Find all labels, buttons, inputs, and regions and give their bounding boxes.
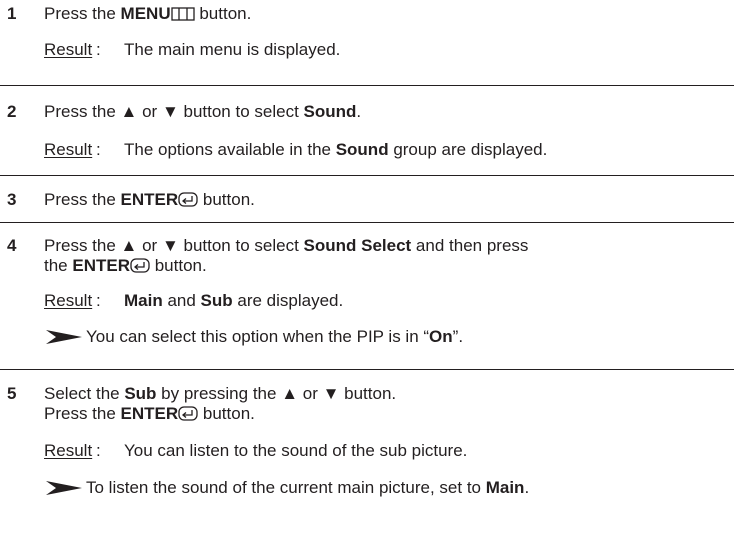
result-text: The options available in the Sound group…: [124, 140, 547, 160]
result-text-part: are displayed.: [232, 291, 344, 310]
result-text-part: The options available in the: [124, 140, 336, 159]
instruction-text: Press the: [44, 404, 121, 423]
note: To listen the sound of the current main …: [44, 478, 529, 501]
enter-icon: [130, 258, 150, 278]
result-text: You can listen to the sound of the sub p…: [124, 441, 468, 460]
instruction-text: button.: [194, 4, 252, 23]
result-label: Result: [44, 40, 92, 60]
divider: [0, 222, 734, 223]
result-word: Result: [44, 291, 93, 310]
result-word: Result: [44, 40, 93, 59]
note-text: ”.: [452, 327, 464, 346]
step-4-instruction-line2: the ENTER button.: [44, 256, 207, 278]
step-number: 3: [7, 190, 17, 209]
instruction-text: button.: [149, 256, 207, 275]
down-arrow-icon: ▼: [161, 102, 179, 121]
instruction-text: button to select: [178, 236, 304, 255]
instruction-text: by pressing the: [156, 384, 282, 403]
instruction-text: button.: [198, 190, 255, 209]
instruction-text: and then press: [411, 236, 529, 255]
sub-label: Sub: [124, 384, 157, 403]
instruction-text: button.: [339, 384, 397, 403]
main-label: Main: [485, 478, 525, 497]
menu-icon: [170, 6, 195, 26]
instruction-text: .: [356, 102, 362, 121]
down-arrow-icon: ▼: [161, 236, 179, 255]
main-label: Main: [124, 291, 163, 310]
step-1-instruction: Press the MENU button.: [44, 4, 251, 26]
step-number: 4: [7, 236, 17, 255]
instruction-text: Press the: [44, 102, 121, 121]
divider: [0, 175, 734, 176]
result-colon: :: [96, 441, 101, 460]
enter-label: ENTER: [72, 256, 130, 275]
result-text-part: group are displayed.: [388, 140, 548, 159]
divider: [0, 369, 734, 370]
step-number: 1: [7, 4, 17, 23]
step-2-instruction: Press the ▲ or ▼ button to select Sound.: [44, 102, 361, 122]
result-label: Result: [44, 291, 92, 311]
result-label: Result: [44, 441, 92, 461]
divider: [0, 85, 734, 86]
result-word: Result: [44, 140, 93, 159]
result-colon: :: [96, 40, 101, 59]
instruction-text: or: [137, 102, 162, 121]
note-text: .: [524, 478, 530, 497]
sub-label: Sub: [200, 291, 233, 310]
step-number: 2: [7, 102, 17, 121]
up-arrow-icon: ▲: [120, 102, 138, 121]
enter-label: ENTER: [120, 190, 179, 209]
enter-label: ENTER: [120, 404, 179, 423]
result-word: Result: [44, 441, 93, 460]
result-text: Main and Sub are displayed.: [124, 291, 343, 311]
instruction-text: or: [298, 384, 323, 403]
up-arrow-icon: ▲: [281, 384, 299, 403]
down-arrow-icon: ▼: [322, 384, 340, 403]
instruction-text: Press the: [44, 4, 121, 23]
note-arrow-icon: [44, 480, 84, 501]
step-5-instruction-line2: Press the ENTER button.: [44, 404, 255, 426]
instruction-text: Select the: [44, 384, 125, 403]
note: You can select this option when the PIP …: [44, 327, 463, 350]
instruction-text: button to select: [178, 102, 304, 121]
instruction-text: or: [137, 236, 162, 255]
note-text: You can select this option when the PIP …: [86, 327, 430, 346]
step-5-instruction-line1: Select the Sub by pressing the ▲ or ▼ bu…: [44, 384, 396, 404]
enter-icon: [178, 192, 198, 212]
menu-label: MENU: [120, 4, 171, 23]
result-colon: :: [96, 140, 101, 159]
step-3-instruction: Press the ENTER button.: [44, 190, 255, 212]
enter-icon: [178, 406, 198, 426]
manual-page: 1 Press the MENU button. Result : The ma…: [0, 0, 734, 533]
instruction-text: Press the: [44, 190, 121, 209]
on-label: On: [429, 327, 453, 346]
sound-select-label: Sound Select: [303, 236, 412, 255]
instruction-text: the: [44, 256, 73, 275]
note-arrow-icon: [44, 329, 84, 350]
result-label: Result: [44, 140, 92, 160]
result-colon: :: [96, 291, 101, 310]
sound-label: Sound: [303, 102, 357, 121]
instruction-text: Press the: [44, 236, 121, 255]
result-text: The main menu is displayed.: [124, 40, 341, 59]
step-4-instruction-line1: Press the ▲ or ▼ button to select Sound …: [44, 236, 528, 256]
up-arrow-icon: ▲: [120, 236, 138, 255]
note-text: To listen the sound of the current main …: [86, 478, 486, 497]
sound-label: Sound: [335, 140, 389, 159]
result-text-part: and: [162, 291, 201, 310]
step-number: 5: [7, 384, 17, 403]
instruction-text: button.: [198, 404, 255, 423]
